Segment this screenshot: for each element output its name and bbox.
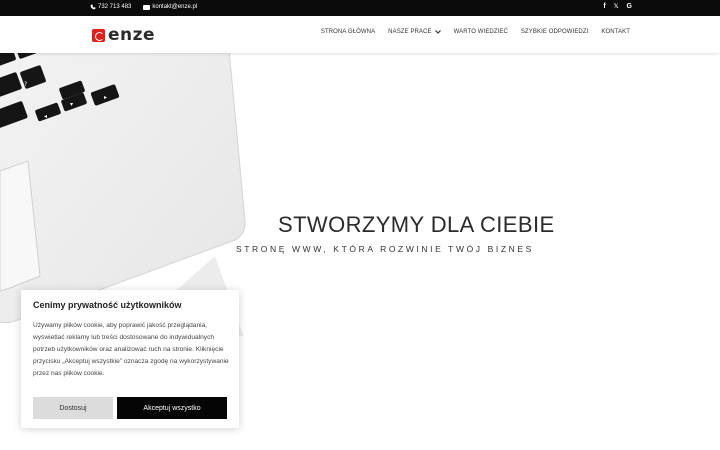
laptop-illustration: ? ▸ ▾ ◂ (0, 16, 246, 336)
phone-number: 732 713 483 (98, 4, 132, 10)
top-bar: 732 713 483 kontakt@enze.pl f 𝕏 G (0, 0, 720, 16)
svg-text:?: ? (24, 81, 27, 88)
x-icon[interactable]: 𝕏 (614, 3, 619, 10)
svg-text:▾: ▾ (70, 101, 73, 108)
cookie-buttons: Dostosuj Akceptuj wszystko (33, 397, 227, 419)
logo-mark-icon (92, 28, 105, 42)
logo-text: enze (108, 25, 156, 45)
customize-button[interactable]: Dostosuj (33, 397, 113, 419)
nav-item-label: Strona Główna (320, 29, 376, 35)
nav-item-label: Szybkie odpowiedzi (520, 29, 589, 35)
accept-all-button[interactable]: Akceptuj wszystko (117, 397, 227, 419)
email-address: kontakt@enze.pl (152, 4, 198, 10)
nav-item-szybkie-odpowiedzi[interactable]: Szybkie odpowiedzi (521, 29, 588, 35)
chevron-down-icon (434, 30, 441, 34)
google-icon[interactable]: G (627, 3, 632, 10)
site-logo[interactable]: enze (92, 25, 155, 45)
cookie-description: Używamy plików cookie, aby poprawić jako… (33, 322, 229, 377)
nav-item-strona-glowna[interactable]: Strona Główna (321, 29, 375, 35)
phone-link[interactable]: 732 713 483 (90, 4, 131, 10)
nav-item-warto-wiedziec[interactable]: Warto Wiedzieć (454, 29, 508, 35)
cookie-title: Cenimy prywatność użytkowników (33, 300, 182, 310)
nav-item-kontakt[interactable]: Kontakt (601, 29, 630, 35)
main-navigation: Strona Główna Nasze Prace Warto Wiedzieć… (321, 29, 630, 35)
phone-icon (90, 4, 96, 10)
social-links: f 𝕏 G (603, 3, 632, 10)
site-header: enze Strona Główna Nasze Prace Warto Wie… (0, 16, 720, 53)
contact-info: 732 713 483 kontakt@enze.pl (90, 4, 197, 10)
svg-text:◂: ◂ (44, 113, 47, 120)
nav-item-label: Nasze Prace (388, 29, 432, 35)
hero-subtitle: STRONĘ WWW, KTÓRA ROZWINIE TWÓJ BIZNES (236, 244, 534, 254)
email-link[interactable]: kontakt@enze.pl (143, 4, 197, 10)
nav-item-label: Warto Wiedzieć (453, 29, 508, 35)
mail-icon (143, 4, 151, 10)
nav-item-label: Kontakt (601, 29, 630, 35)
svg-text:▸: ▸ (104, 94, 107, 101)
cookie-consent-dialog: Cenimy prywatność użytkowników Używamy p… (21, 290, 239, 428)
facebook-icon[interactable]: f (603, 3, 605, 10)
nav-item-nasze-prace[interactable]: Nasze Prace (388, 29, 441, 35)
hero-title: STWORZYMY DLA CIEBIE (278, 212, 555, 237)
